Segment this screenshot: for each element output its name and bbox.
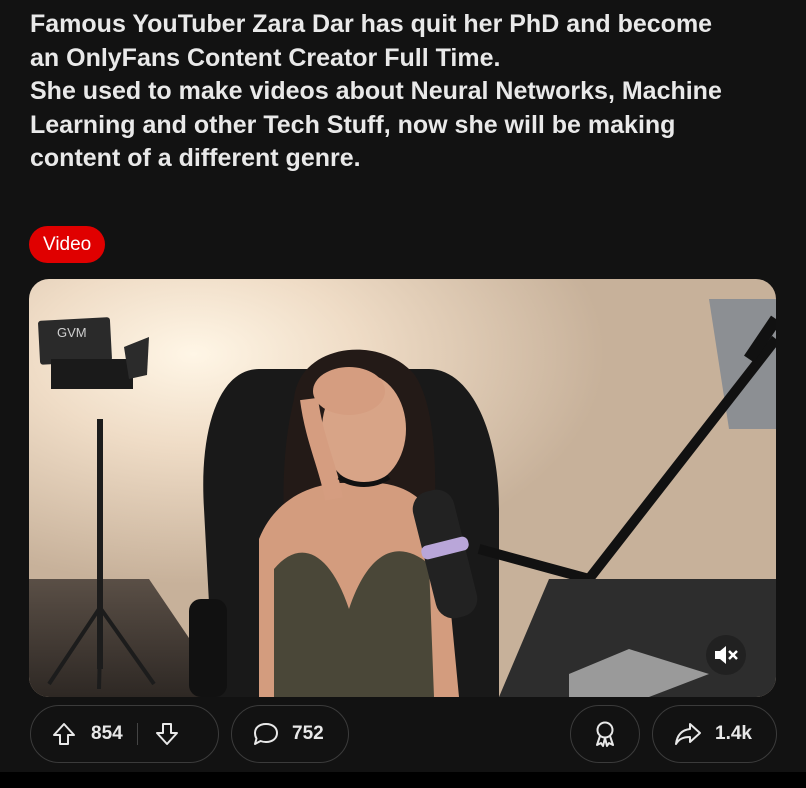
upvote-count: 854 xyxy=(91,723,123,744)
post-action-bar: 854 752 1.4k xyxy=(30,705,777,765)
comment-count: 752 xyxy=(292,723,324,744)
post-title-line: an OnlyFans Content Creator Full Time. xyxy=(30,43,501,72)
light-brand-label: GVM xyxy=(57,325,87,340)
arrow-up-icon[interactable] xyxy=(51,721,77,747)
video-player[interactable]: GVM xyxy=(29,279,776,697)
arrow-down-icon[interactable] xyxy=(154,721,180,747)
mute-toggle-button[interactable] xyxy=(706,635,746,675)
screen-bottom-edge xyxy=(0,772,806,788)
post-title-line: content of a different genre. xyxy=(30,144,361,172)
award-ribbon-icon xyxy=(592,720,618,748)
award-button[interactable] xyxy=(570,705,640,763)
flair-badge[interactable]: Video xyxy=(29,226,106,263)
video-frame: GVM xyxy=(29,279,776,697)
vote-control: 854 xyxy=(30,705,219,763)
speech-bubble-icon xyxy=(252,721,280,747)
share-arrow-icon xyxy=(673,721,703,747)
share-button[interactable]: 1.4k xyxy=(652,705,777,763)
post-title[interactable]: Famous YouTuber Zara Dar has quit her Ph… xyxy=(30,8,790,176)
share-count: 1.4k xyxy=(715,723,752,744)
post-title-line: Learning and other Tech Stuff, now she w… xyxy=(30,110,676,139)
post-title-line: Famous YouTuber Zara Dar has quit her Ph… xyxy=(30,10,713,38)
comments-button[interactable]: 752 xyxy=(231,705,349,763)
speaker-mute-icon xyxy=(715,646,738,664)
vote-divider xyxy=(136,723,138,745)
post-title-line: She used to make videos about Neural Net… xyxy=(30,77,722,105)
